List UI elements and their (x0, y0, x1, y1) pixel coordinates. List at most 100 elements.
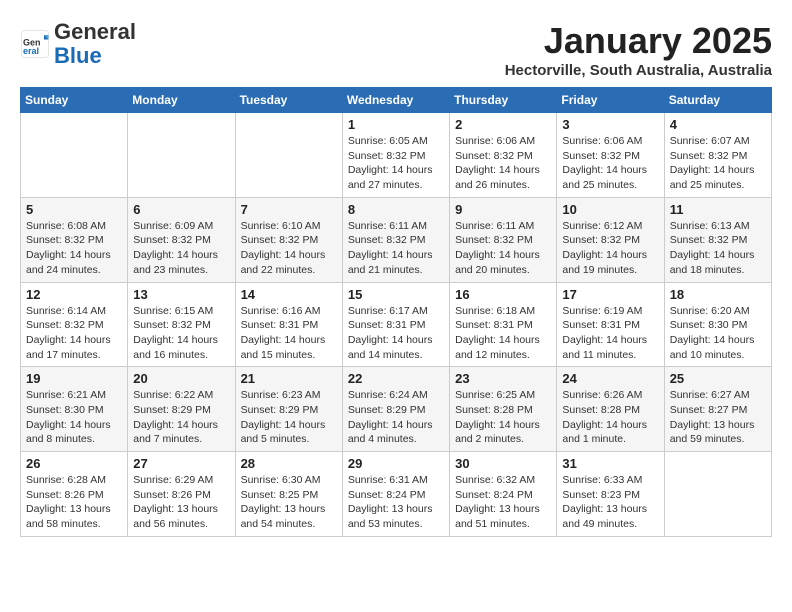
day-info: Sunrise: 6:13 AM Sunset: 8:32 PM Dayligh… (670, 219, 766, 278)
day-number: 20 (133, 371, 229, 386)
calendar-cell: 6Sunrise: 6:09 AM Sunset: 8:32 PM Daylig… (128, 197, 235, 282)
calendar-cell: 8Sunrise: 6:11 AM Sunset: 8:32 PM Daylig… (342, 197, 449, 282)
calendar-cell: 4Sunrise: 6:07 AM Sunset: 8:32 PM Daylig… (664, 113, 771, 198)
calendar-week-row: 5Sunrise: 6:08 AM Sunset: 8:32 PM Daylig… (21, 197, 772, 282)
page-header: Gen eral General Blue January 2025 Hecto… (20, 20, 772, 79)
logo-icon: Gen eral (20, 29, 50, 59)
calendar-cell: 21 Sunrise: 6:23 AM Sunset: 8:29 PM Dayli… (235, 367, 342, 452)
calendar-cell: 13Sunrise: 6:15 AM Sunset: 8:32 PM Dayli… (128, 282, 235, 367)
calendar-week-row: 1Sunrise: 6:05 AM Sunset: 8:32 PM Daylig… (21, 113, 772, 198)
day-number: 3 (562, 117, 658, 132)
month-title: January 2025 (505, 20, 772, 62)
calendar-cell: 27 Sunrise: 6:29 AM Sunset: 8:26 PM Dayli… (128, 452, 235, 537)
calendar-cell: 20 Sunrise: 6:22 AM Sunset: 8:29 PM Dayli… (128, 367, 235, 452)
day-number: 27 (133, 456, 229, 471)
day-number: 2 (455, 117, 551, 132)
calendar-week-row: 19 Sunrise: 6:21 AM Sunset: 8:30 PM Dayli… (21, 367, 772, 452)
calendar-cell: 18Sunrise: 6:20 AM Sunset: 8:30 PM Dayli… (664, 282, 771, 367)
day-number: 10 (562, 202, 658, 217)
calendar-cell (128, 113, 235, 198)
calendar-cell: 12Sunrise: 6:14 AM Sunset: 8:32 PM Dayli… (21, 282, 128, 367)
day-number: 21 (241, 371, 337, 386)
calendar-cell: 26 Sunrise: 6:28 AM Sunset: 8:26 PM Dayli… (21, 452, 128, 537)
calendar-cell: 15 Sunrise: 6:17 AM Sunset: 8:31 PM Dayli… (342, 282, 449, 367)
day-number: 28 (241, 456, 337, 471)
day-info: Sunrise: 6:10 AM Sunset: 8:32 PM Dayligh… (241, 219, 337, 278)
day-number: 17 (562, 287, 658, 302)
weekday-header: Wednesday (342, 88, 449, 113)
calendar-cell: 10 Sunrise: 6:12 AM Sunset: 8:32 PM Dayli… (557, 197, 664, 282)
weekday-header: Thursday (450, 88, 557, 113)
weekday-header: Sunday (21, 88, 128, 113)
day-info: Sunrise: 6:26 AM Sunset: 8:28 PM Dayligh… (562, 388, 658, 447)
day-info: Sunrise: 6:28 AM Sunset: 8:26 PM Dayligh… (26, 473, 122, 532)
day-number: 15 (348, 287, 444, 302)
calendar-cell: 31 Sunrise: 6:33 AM Sunset: 8:23 PM Dayli… (557, 452, 664, 537)
day-number: 8 (348, 202, 444, 217)
calendar-table: SundayMondayTuesdayWednesdayThursdayFrid… (20, 87, 772, 537)
calendar-cell: 9 Sunrise: 6:11 AM Sunset: 8:32 PM Daylig… (450, 197, 557, 282)
day-number: 26 (26, 456, 122, 471)
day-info: Sunrise: 6:21 AM Sunset: 8:30 PM Dayligh… (26, 388, 122, 447)
calendar-cell: 30 Sunrise: 6:32 AM Sunset: 8:24 PM Dayli… (450, 452, 557, 537)
day-info: Sunrise: 6:17 AM Sunset: 8:31 PM Dayligh… (348, 304, 444, 363)
day-info: Sunrise: 6:16 AM Sunset: 8:31 PM Dayligh… (241, 304, 337, 363)
weekday-header: Tuesday (235, 88, 342, 113)
calendar-cell (664, 452, 771, 537)
calendar-cell: 1Sunrise: 6:05 AM Sunset: 8:32 PM Daylig… (342, 113, 449, 198)
day-number: 24 (562, 371, 658, 386)
day-info: Sunrise: 6:07 AM Sunset: 8:32 PM Dayligh… (670, 134, 766, 193)
day-info: Sunrise: 6:12 AM Sunset: 8:32 PM Dayligh… (562, 219, 658, 278)
day-info: Sunrise: 6:27 AM Sunset: 8:27 PM Dayligh… (670, 388, 766, 447)
weekday-header-row: SundayMondayTuesdayWednesdayThursdayFrid… (21, 88, 772, 113)
calendar-week-row: 12Sunrise: 6:14 AM Sunset: 8:32 PM Dayli… (21, 282, 772, 367)
day-info: Sunrise: 6:33 AM Sunset: 8:23 PM Dayligh… (562, 473, 658, 532)
calendar-cell: 7Sunrise: 6:10 AM Sunset: 8:32 PM Daylig… (235, 197, 342, 282)
calendar-cell: 25 Sunrise: 6:27 AM Sunset: 8:27 PM Dayli… (664, 367, 771, 452)
calendar-cell: 11Sunrise: 6:13 AM Sunset: 8:32 PM Dayli… (664, 197, 771, 282)
weekday-header: Monday (128, 88, 235, 113)
day-number: 16 (455, 287, 551, 302)
svg-text:eral: eral (23, 46, 39, 56)
day-number: 31 (562, 456, 658, 471)
logo: Gen eral General Blue (20, 20, 136, 68)
day-info: Sunrise: 6:06 AM Sunset: 8:32 PM Dayligh… (455, 134, 551, 193)
day-info: Sunrise: 6:25 AM Sunset: 8:28 PM Dayligh… (455, 388, 551, 447)
day-info: Sunrise: 6:18 AM Sunset: 8:31 PM Dayligh… (455, 304, 551, 363)
day-info: Sunrise: 6:20 AM Sunset: 8:30 PM Dayligh… (670, 304, 766, 363)
day-info: Sunrise: 6:11 AM Sunset: 8:32 PM Dayligh… (455, 219, 551, 278)
calendar-cell (21, 113, 128, 198)
subtitle: Hectorville, South Australia, Australia (505, 62, 772, 79)
day-number: 25 (670, 371, 766, 386)
calendar-cell: 29 Sunrise: 6:31 AM Sunset: 8:24 PM Dayli… (342, 452, 449, 537)
day-number: 6 (133, 202, 229, 217)
day-info: Sunrise: 6:06 AM Sunset: 8:32 PM Dayligh… (562, 134, 658, 193)
day-number: 30 (455, 456, 551, 471)
day-info: Sunrise: 6:22 AM Sunset: 8:29 PM Dayligh… (133, 388, 229, 447)
day-number: 5 (26, 202, 122, 217)
day-number: 14 (241, 287, 337, 302)
day-number: 29 (348, 456, 444, 471)
calendar-cell: 14 Sunrise: 6:16 AM Sunset: 8:31 PM Dayli… (235, 282, 342, 367)
day-info: Sunrise: 6:30 AM Sunset: 8:25 PM Dayligh… (241, 473, 337, 532)
calendar-cell: 19 Sunrise: 6:21 AM Sunset: 8:30 PM Dayli… (21, 367, 128, 452)
day-number: 9 (455, 202, 551, 217)
day-info: Sunrise: 6:19 AM Sunset: 8:31 PM Dayligh… (562, 304, 658, 363)
calendar-cell: 3 Sunrise: 6:06 AM Sunset: 8:32 PM Daylig… (557, 113, 664, 198)
calendar-cell: 5Sunrise: 6:08 AM Sunset: 8:32 PM Daylig… (21, 197, 128, 282)
day-number: 19 (26, 371, 122, 386)
day-number: 12 (26, 287, 122, 302)
day-info: Sunrise: 6:29 AM Sunset: 8:26 PM Dayligh… (133, 473, 229, 532)
day-info: Sunrise: 6:31 AM Sunset: 8:24 PM Dayligh… (348, 473, 444, 532)
day-info: Sunrise: 6:32 AM Sunset: 8:24 PM Dayligh… (455, 473, 551, 532)
calendar-cell: 17 Sunrise: 6:19 AM Sunset: 8:31 PM Dayli… (557, 282, 664, 367)
calendar-cell: 2 Sunrise: 6:06 AM Sunset: 8:32 PM Daylig… (450, 113, 557, 198)
day-number: 23 (455, 371, 551, 386)
day-info: Sunrise: 6:23 AM Sunset: 8:29 PM Dayligh… (241, 388, 337, 447)
logo-blue-text: Blue (54, 43, 102, 68)
weekday-header: Saturday (664, 88, 771, 113)
day-number: 13 (133, 287, 229, 302)
calendar-cell: 22Sunrise: 6:24 AM Sunset: 8:29 PM Dayli… (342, 367, 449, 452)
title-block: January 2025 Hectorville, South Australi… (505, 20, 772, 79)
calendar-cell: 24 Sunrise: 6:26 AM Sunset: 8:28 PM Dayli… (557, 367, 664, 452)
